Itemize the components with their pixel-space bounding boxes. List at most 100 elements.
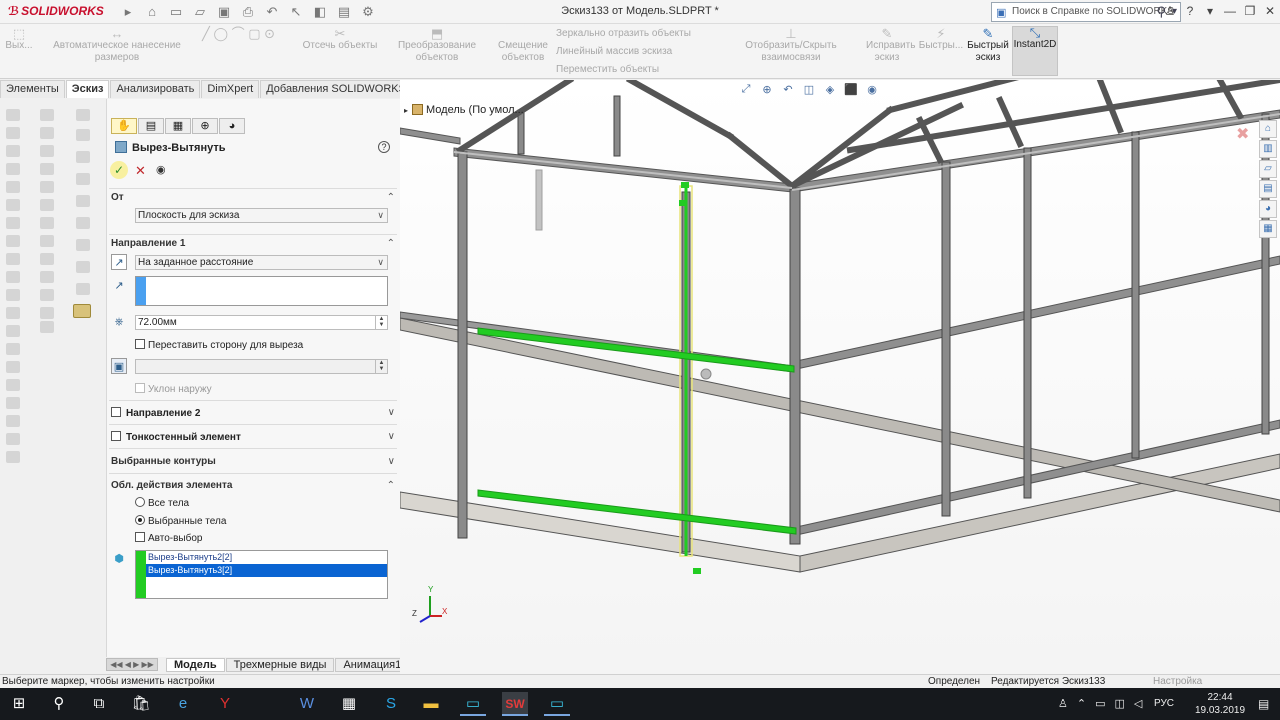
user-icon[interactable]: ♙ bbox=[1160, 2, 1180, 20]
word-icon[interactable]: W bbox=[294, 692, 320, 716]
tool-icon[interactable] bbox=[76, 217, 90, 229]
section-view-icon[interactable]: ◫ bbox=[801, 83, 817, 97]
tool-icon[interactable] bbox=[6, 235, 20, 247]
move-entities-button[interactable]: Переместить объекты bbox=[556, 64, 696, 76]
previous-view-icon[interactable]: ↶ bbox=[780, 83, 796, 97]
active-tool-icon[interactable] bbox=[73, 304, 91, 318]
tool-icon[interactable] bbox=[6, 415, 20, 427]
preview-eye-icon[interactable]: ◉ bbox=[156, 163, 166, 176]
restore-icon[interactable]: ❐ bbox=[1240, 2, 1260, 20]
yandex-browser-icon[interactable]: Y bbox=[212, 692, 238, 716]
auto-dimension-button[interactable]: ↔ Автоматическое нанесение размеров bbox=[36, 27, 198, 64]
edge-icon[interactable]: e bbox=[170, 692, 196, 716]
options-gear-icon[interactable]: ⚙ bbox=[358, 3, 378, 21]
tool-icon[interactable] bbox=[6, 163, 20, 175]
tool-icon[interactable] bbox=[76, 151, 90, 163]
tool-icon[interactable] bbox=[6, 289, 20, 301]
tool-icon[interactable] bbox=[6, 109, 20, 121]
draft-angle-input[interactable]: ▲ ▼ bbox=[135, 359, 388, 374]
show-hidden-icon[interactable]: ⌃ bbox=[1077, 697, 1086, 710]
tool-icon[interactable] bbox=[6, 145, 20, 157]
display-manager-tab-icon[interactable]: ◕ bbox=[219, 118, 245, 134]
rebuild-icon[interactable]: ◧ bbox=[310, 3, 330, 21]
tool-icon[interactable] bbox=[6, 343, 20, 355]
offset-entities-button[interactable]: Смещение объектов bbox=[496, 40, 550, 64]
draft-spinner[interactable]: ▲ ▼ bbox=[375, 360, 387, 373]
tool-icon[interactable] bbox=[6, 379, 20, 391]
tool-icon[interactable] bbox=[40, 163, 54, 175]
windows-start-icon[interactable]: ⊞ bbox=[6, 692, 32, 716]
skype-icon[interactable]: S bbox=[378, 692, 404, 716]
help-icon[interactable]: ? bbox=[378, 141, 390, 153]
exit-sketch-button[interactable]: ⬚ Вых... bbox=[4, 27, 34, 52]
selected-contours-section-header[interactable]: Выбранные контуры ∨ bbox=[111, 456, 397, 467]
direction-selection-box[interactable] bbox=[135, 276, 388, 306]
tool-icon[interactable] bbox=[6, 433, 20, 445]
solidworks-logo[interactable]: ℬ SOLIDWORKS bbox=[8, 4, 104, 18]
settings-status[interactable]: Настройка bbox=[1153, 675, 1202, 688]
sketch-entities-group[interactable]: ╱ ◯ ⌒ ▢ ⊙ bbox=[202, 27, 280, 40]
tool-icon[interactable] bbox=[6, 127, 20, 139]
direction1-section-header[interactable]: Направление 1 ⌃ bbox=[111, 238, 397, 249]
select-icon[interactable]: ↖ bbox=[286, 3, 306, 21]
file-explorer-icon[interactable]: ▱ bbox=[1259, 160, 1277, 178]
show-relations-button[interactable]: ⊥ Отобразить/Скрыть взаимосвязи bbox=[718, 27, 864, 64]
design-library-icon[interactable]: ▥ bbox=[1259, 140, 1277, 158]
view-palette-icon[interactable]: ▤ bbox=[1259, 180, 1277, 198]
dimxpert-manager-tab-icon[interactable]: ⊕ bbox=[192, 118, 218, 134]
store-icon[interactable]: 🛍 bbox=[128, 692, 154, 716]
tool-icon[interactable] bbox=[40, 127, 54, 139]
direction2-section-header[interactable]: Направление 2 bbox=[111, 407, 200, 419]
tab-addins[interactable]: Добавления SOLIDWORKS bbox=[260, 80, 412, 98]
tool-icon[interactable] bbox=[6, 325, 20, 337]
hide-show-icon[interactable]: ◉ bbox=[864, 83, 880, 97]
custom-properties-icon[interactable]: ▦ bbox=[1259, 220, 1277, 238]
tool-icon[interactable] bbox=[6, 271, 20, 283]
notifications-icon[interactable]: ▤ bbox=[1258, 697, 1269, 711]
tool-icon[interactable] bbox=[6, 217, 20, 229]
repair-sketch-button[interactable]: ✎ Исправить эскиз bbox=[866, 27, 915, 64]
from-select[interactable]: Плоскость для эскиза ∨ bbox=[135, 208, 388, 223]
tool-icon[interactable] bbox=[6, 397, 20, 409]
solidworks-taskbar-icon[interactable]: SW bbox=[502, 692, 528, 716]
tab-evaluate[interactable]: Анализировать bbox=[110, 80, 201, 98]
instant2d-button[interactable]: ⤡ Instant2D bbox=[1012, 26, 1058, 76]
tab-scroll-arrows[interactable]: ◀◀ ◀ ▶ ▶▶ bbox=[106, 658, 158, 671]
tool-icon[interactable] bbox=[76, 173, 90, 185]
tool-icon[interactable] bbox=[6, 181, 20, 193]
search-icon[interactable]: ⚲ bbox=[46, 692, 72, 716]
tool-icon[interactable] bbox=[40, 109, 54, 121]
home-icon[interactable]: ⌂ bbox=[142, 3, 162, 21]
tool-icon[interactable] bbox=[6, 451, 20, 463]
flip-side-checkbox[interactable]: Переставить сторону для выреза bbox=[135, 339, 303, 351]
tool-icon[interactable] bbox=[40, 307, 54, 319]
tool-icon[interactable] bbox=[76, 195, 90, 207]
list-item[interactable]: Вырез-Вытянуть2[2] bbox=[146, 551, 387, 564]
sw-resources-icon[interactable]: ⌂ bbox=[1259, 120, 1277, 138]
zoom-to-fit-icon[interactable]: ⤢ bbox=[738, 83, 754, 97]
tab-dimxpert[interactable]: DimXpert bbox=[201, 80, 260, 98]
tool-icon[interactable] bbox=[76, 261, 90, 273]
app-window-icon[interactable]: ▭ bbox=[544, 692, 570, 716]
new-file-icon[interactable]: ▭ bbox=[166, 3, 186, 21]
bodies-selection-list[interactable]: Вырез-Вытянуть2[2] Вырез-Вытянуть3[2] bbox=[135, 550, 388, 599]
tool-icon[interactable] bbox=[40, 321, 54, 333]
expand-chevron-icon[interactable]: ∨ bbox=[388, 407, 395, 418]
tool-icon[interactable] bbox=[40, 271, 54, 283]
tool-icon[interactable] bbox=[6, 307, 20, 319]
help-dropdown-icon[interactable]: ▾ bbox=[1200, 2, 1220, 20]
display-style-icon[interactable]: ⬛ bbox=[843, 83, 859, 97]
app-window-icon[interactable]: ▭ bbox=[460, 692, 486, 716]
tool-icon[interactable] bbox=[76, 109, 90, 121]
battery-icon[interactable]: ▭ bbox=[1095, 697, 1105, 710]
selected-bodies-radio[interactable]: Выбранные тела bbox=[135, 515, 226, 527]
end-condition-select[interactable]: На заданное расстояние ∨ bbox=[135, 255, 388, 270]
tool-icon[interactable] bbox=[6, 199, 20, 211]
exit-sketch-close-icon[interactable]: ✖ bbox=[1236, 124, 1249, 144]
depth-input[interactable]: 72.00мм ▲ ▼ bbox=[135, 315, 388, 330]
ok-button[interactable]: ✓ bbox=[110, 161, 128, 179]
task-view-icon[interactable]: ⧉ bbox=[86, 692, 112, 716]
zoom-area-icon[interactable]: ⊕ bbox=[759, 83, 775, 97]
feature-manager-tab-icon[interactable]: ✋ bbox=[111, 118, 137, 134]
calculator-icon[interactable]: ▦ bbox=[336, 692, 362, 716]
